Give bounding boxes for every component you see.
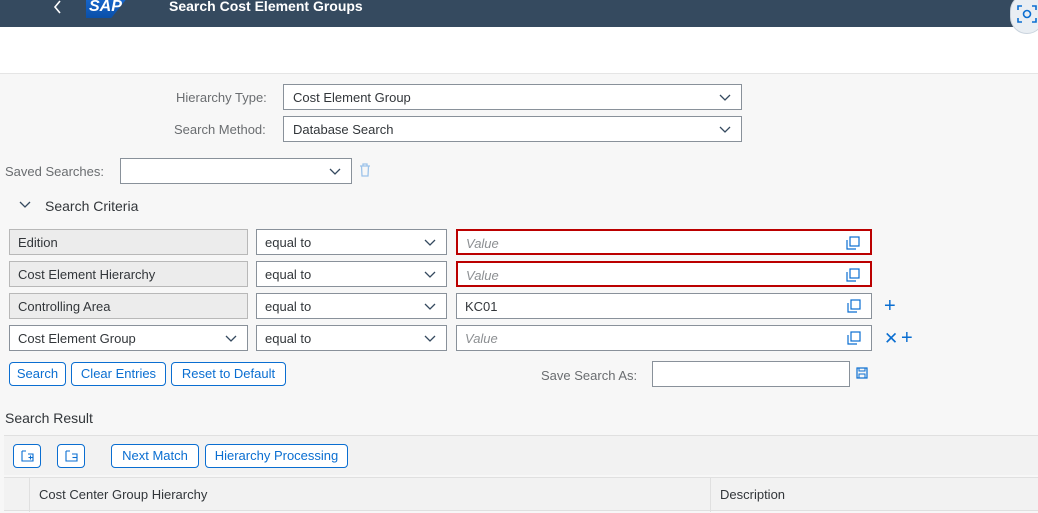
next-match-button[interactable]: Next Match <box>111 444 199 468</box>
add-criteria-icon[interactable]: + <box>901 328 913 348</box>
save-search-as-label: Save Search As: <box>541 368 638 383</box>
hierarchy-processing-button[interactable]: Hierarchy Processing <box>205 444 348 468</box>
chevron-down-icon <box>719 126 731 133</box>
value-help-icon[interactable] <box>847 331 861 345</box>
page-title: Search Cost Element Groups <box>169 0 363 14</box>
saved-searches-label: Saved Searches: <box>5 164 105 179</box>
hierarchy-type-label: Hierarchy Type: <box>176 90 267 105</box>
chevron-down-icon[interactable] <box>19 201 31 209</box>
value-placeholder: Value <box>465 331 498 346</box>
column-header-cost-center-group-hierarchy[interactable]: Cost Center Group Hierarchy <box>39 487 207 502</box>
collapse-all-button[interactable] <box>57 444 85 468</box>
chevron-down-icon <box>424 271 436 278</box>
clear-entries-button[interactable]: Clear Entries <box>71 362 166 386</box>
criteria-operator-select[interactable]: equal to <box>256 229 447 255</box>
save-search-as-input[interactable] <box>652 361 850 387</box>
camera-scan-icon <box>1017 5 1037 23</box>
criteria-field-select[interactable]: Cost Element Group <box>9 325 248 351</box>
sap-logo-text: SAP <box>89 0 122 15</box>
criteria-value-input[interactable]: Value <box>456 261 872 287</box>
value-placeholder: Value <box>466 268 499 283</box>
chevron-down-icon <box>424 303 436 310</box>
column-divider <box>710 478 711 512</box>
chevron-left-icon <box>53 0 61 14</box>
value-help-icon[interactable] <box>846 268 860 282</box>
result-table-header: Cost Center Group Hierarchy Description <box>4 477 1038 512</box>
value-help-icon[interactable] <box>847 299 861 313</box>
shell-bar: SAP Search Cost Element Groups <box>0 0 1038 34</box>
chevron-down-icon <box>329 168 341 175</box>
hierarchy-type-value: Cost Element Group <box>293 90 411 105</box>
value-text: KC01 <box>465 299 498 314</box>
criteria-field-label: Cost Element Hierarchy <box>18 267 156 282</box>
criteria-operator-value: equal to <box>265 299 312 314</box>
value-placeholder: Value <box>466 236 499 251</box>
chevron-down-icon <box>424 239 436 246</box>
search-method-value: Database Search <box>293 122 394 137</box>
expand-all-button[interactable] <box>13 444 41 468</box>
chevron-down-icon <box>719 94 731 101</box>
chevron-down-icon <box>225 335 237 342</box>
column-header-description[interactable]: Description <box>720 487 785 502</box>
criteria-field-controlling-area: Controlling Area <box>9 293 248 319</box>
hierarchy-type-select[interactable]: Cost Element Group <box>283 84 742 110</box>
criteria-value-input[interactable]: Value <box>456 229 872 255</box>
criteria-operator-value: equal to <box>265 235 312 250</box>
criteria-field-label: Edition <box>18 235 58 250</box>
result-toolbar: Next Match Hierarchy Processing <box>4 435 1038 475</box>
reset-to-default-button[interactable]: Reset to Default <box>171 362 286 386</box>
search-method-label: Search Method: <box>174 122 266 137</box>
back-button[interactable] <box>46 0 68 22</box>
chevron-down-icon <box>424 335 436 342</box>
value-help-icon[interactable] <box>846 236 860 250</box>
content-area: Hierarchy Type: Cost Element Group Searc… <box>0 73 1038 513</box>
sap-logo: SAP <box>86 0 132 18</box>
criteria-value-input[interactable]: KC01 <box>456 293 872 319</box>
criteria-operator-value: equal to <box>265 331 312 346</box>
criteria-operator-select[interactable]: equal to <box>256 261 447 287</box>
add-criteria-icon[interactable]: + <box>884 296 896 316</box>
criteria-operator-value: equal to <box>265 267 312 282</box>
remove-criteria-icon[interactable]: ✕ <box>884 329 898 349</box>
criteria-value-input[interactable]: Value <box>456 325 872 351</box>
expand-all-icon <box>21 450 34 462</box>
search-button[interactable]: Search <box>9 362 66 386</box>
criteria-field-cost-element-hierarchy: Cost Element Hierarchy <box>9 261 248 287</box>
criteria-field-label: Controlling Area <box>18 299 111 314</box>
criteria-field-edition: Edition <box>9 229 248 255</box>
collapse-all-icon <box>65 450 78 462</box>
search-criteria-title[interactable]: Search Criteria <box>45 198 138 214</box>
search-result-title: Search Result <box>5 410 93 426</box>
criteria-operator-select[interactable]: equal to <box>256 293 447 319</box>
saved-searches-select[interactable] <box>120 158 352 184</box>
trash-icon[interactable] <box>359 163 371 177</box>
screenshot-button[interactable] <box>1010 0 1038 34</box>
search-method-select[interactable]: Database Search <box>283 116 742 142</box>
criteria-field-label: Cost Element Group <box>18 331 136 346</box>
save-icon[interactable] <box>856 367 868 379</box>
criteria-operator-select[interactable]: equal to <box>256 325 447 351</box>
select-all-column[interactable] <box>4 478 30 512</box>
